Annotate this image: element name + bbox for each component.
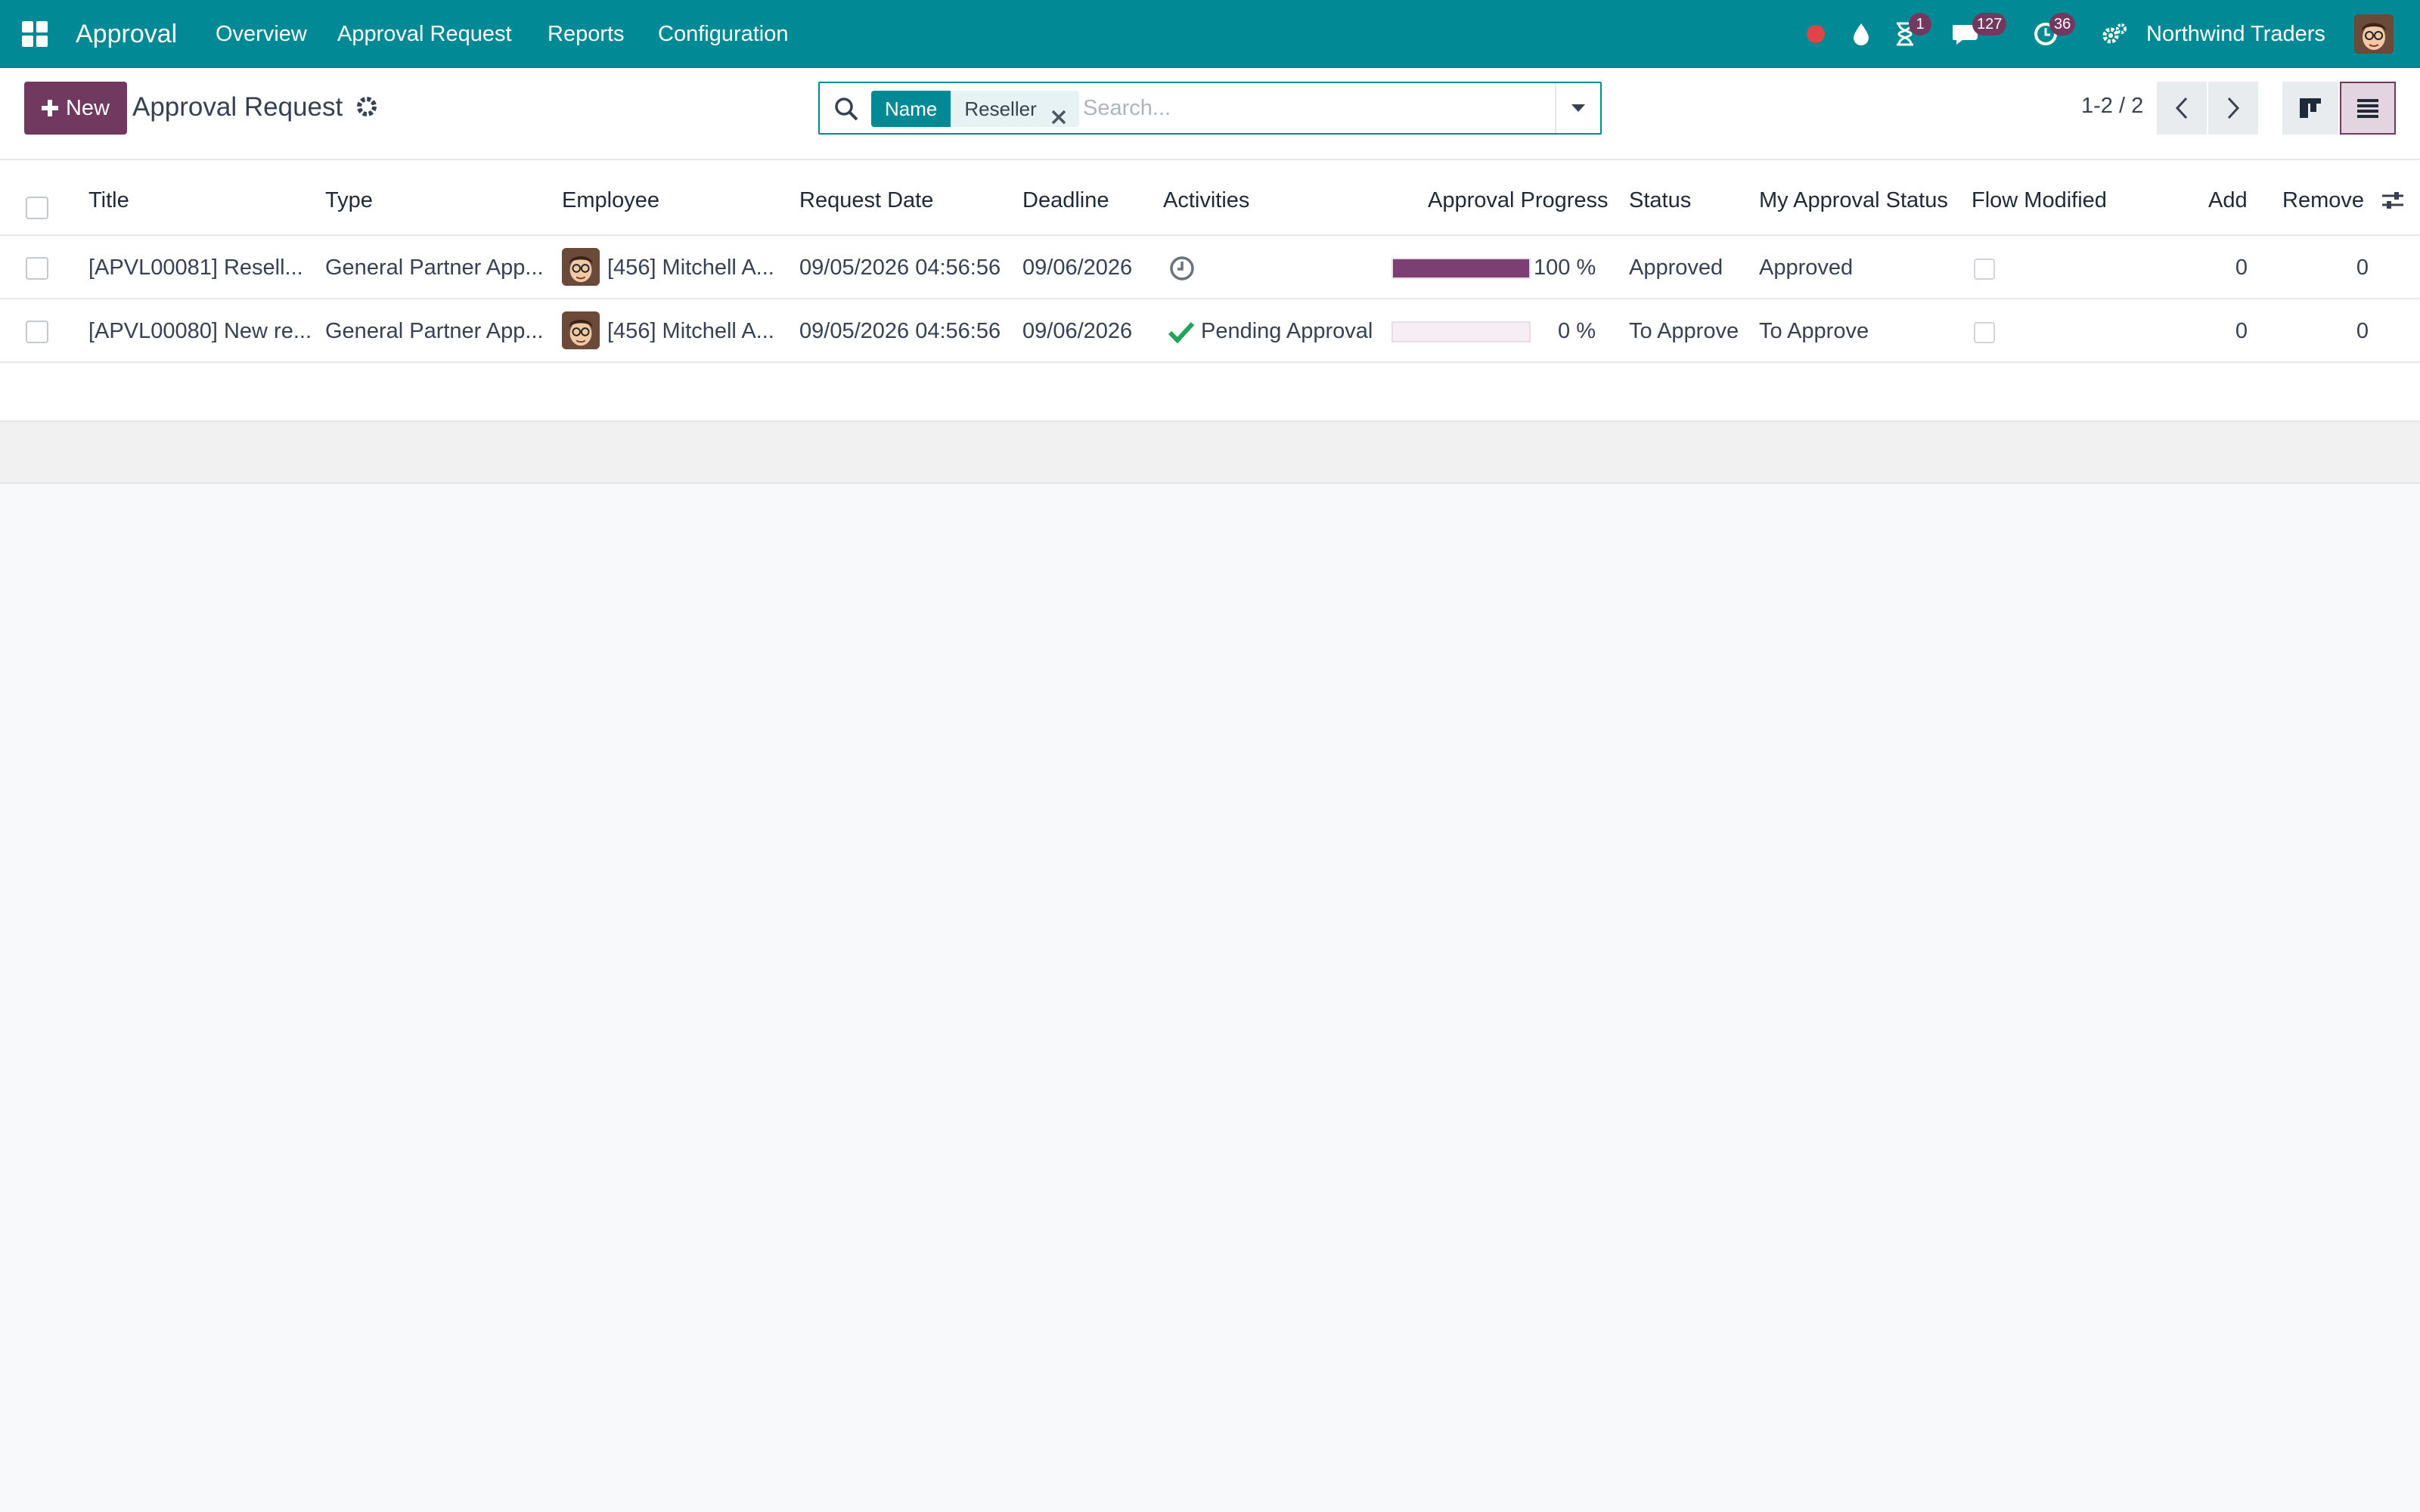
activity-timer-icon[interactable]: 1: [1892, 13, 1931, 49]
column-title[interactable]: Title: [88, 185, 129, 215]
column-deadline[interactable]: Deadline: [1022, 185, 1109, 215]
row-remove: 0: [2356, 319, 2369, 343]
flow-modified-checkbox: [1974, 259, 1995, 280]
row-type: General Partner App...: [325, 256, 544, 280]
column-add[interactable]: Add: [2208, 185, 2248, 215]
row-checkbox[interactable]: [26, 257, 48, 280]
pager-value[interactable]: 1-2 / 2: [2081, 91, 2143, 121]
company-switcher[interactable]: Northwind Traders: [2146, 19, 2325, 49]
menu-configuration[interactable]: Configuration: [658, 19, 789, 49]
search-facet: Name Reseller: [871, 91, 1079, 127]
flow-modified-checkbox: [1974, 322, 1995, 343]
control-panel: New Approval Request Name Reseller 1-2 /…: [0, 68, 2420, 160]
optional-columns-icon[interactable]: [2381, 189, 2405, 219]
column-remove[interactable]: Remove: [2282, 185, 2364, 215]
page-title: Approval Request: [132, 92, 343, 122]
drop-icon[interactable]: [1848, 19, 1874, 49]
approval-progress-bar: [1392, 258, 1531, 279]
row-title: [APVL00080] New re...: [88, 319, 312, 343]
messages-badge: 127: [1972, 13, 2007, 36]
menu-reports[interactable]: Reports: [548, 19, 625, 49]
chevron-right-icon: [2227, 97, 2240, 119]
table-row[interactable]: [APVL00081] Resell... General Partner Ap…: [0, 236, 2420, 299]
pager-next-button[interactable]: [2208, 82, 2258, 135]
row-add: 0: [2235, 319, 2248, 343]
kanban-icon: [2300, 98, 2321, 118]
gear-icon[interactable]: [355, 95, 380, 119]
clock-badge: 36: [2049, 13, 2076, 36]
row-deadline: 09/06/2026: [1022, 319, 1133, 343]
list-view-button[interactable]: [2340, 82, 2396, 135]
row-status: To Approve: [1629, 319, 1739, 343]
table-header: Title Type Employee Request Date Deadlin…: [0, 160, 2420, 236]
menu-approval-request[interactable]: Approval Request: [337, 19, 512, 49]
row-my-approval-status: Approved: [1759, 256, 1854, 280]
settings-gears-icon[interactable]: [2099, 19, 2130, 49]
row-title: [APVL00081] Resell...: [88, 256, 303, 280]
column-approval-progress[interactable]: Approval Progress: [1428, 185, 1609, 215]
row-checkbox[interactable]: [26, 321, 48, 343]
activity-timer-badge: 1: [1909, 13, 1931, 36]
table-row[interactable]: [APVL00080] New re... General Partner Ap…: [0, 299, 2420, 363]
approval-progress-value: 0 %: [1558, 319, 1596, 343]
row-remove: 0: [2356, 256, 2369, 280]
row-request-date: 09/05/2026 04:56:56: [799, 319, 1001, 343]
app-menu-icon[interactable]: [21, 20, 48, 48]
column-my-approval-status[interactable]: My Approval Status: [1759, 185, 1948, 215]
chevron-left-icon: [2175, 97, 2188, 119]
top-navbar: Approval Overview Approval Request Repor…: [0, 0, 2420, 68]
row-deadline: 09/06/2026: [1022, 256, 1133, 280]
search-bar: Name Reseller: [818, 82, 1602, 135]
facet-value: Reseller: [964, 98, 1037, 120]
search-input[interactable]: [1083, 89, 1537, 127]
approval-progress-value: 100 %: [1534, 256, 1596, 280]
new-button[interactable]: New: [24, 82, 127, 135]
column-employee[interactable]: Employee: [562, 185, 659, 215]
clock-icon[interactable]: 36: [2033, 13, 2076, 49]
approval-progress-fill: [1393, 259, 1529, 277]
facet-name: Name: [871, 91, 951, 127]
row-my-approval-status: To Approve: [1759, 319, 1869, 343]
employee-avatar: [562, 248, 600, 286]
messages-icon[interactable]: 127: [1951, 13, 2007, 49]
row-add: 0: [2235, 256, 2248, 280]
row-employee[interactable]: [456] Mitchell A...: [607, 314, 774, 348]
pager-previous-button[interactable]: [2157, 82, 2207, 135]
app-brand[interactable]: Approval: [76, 17, 177, 51]
approval-list-table: Title Type Employee Request Date Deadlin…: [0, 160, 2420, 363]
column-status[interactable]: Status: [1629, 185, 1691, 215]
user-avatar[interactable]: [2354, 14, 2394, 54]
column-flow-modified[interactable]: Flow Modified: [1972, 185, 2107, 215]
facet-remove-icon[interactable]: [1050, 101, 1067, 125]
approval-progress-bar: [1392, 321, 1531, 342]
select-all-checkbox[interactable]: [26, 197, 48, 219]
kanban-view-button[interactable]: [2282, 82, 2338, 135]
new-button-label: New: [65, 95, 110, 120]
record-indicator-icon[interactable]: [1803, 19, 1829, 49]
list-footer: [0, 422, 2420, 484]
plus-icon: [41, 100, 58, 116]
row-status: Approved: [1629, 256, 1723, 280]
check-icon[interactable]: [1168, 321, 1195, 354]
column-activities[interactable]: Activities: [1163, 185, 1249, 215]
column-request-date[interactable]: Request Date: [799, 185, 933, 215]
search-options-toggle[interactable]: [1555, 83, 1600, 133]
list-icon: [2357, 99, 2378, 118]
search-icon: [833, 96, 859, 122]
row-activity[interactable]: Pending Approval: [1201, 314, 1373, 348]
row-request-date: 09/05/2026 04:56:56: [799, 256, 1001, 280]
menu-overview[interactable]: Overview: [216, 19, 307, 49]
employee-avatar: [562, 311, 600, 349]
caret-down-icon: [1571, 104, 1585, 112]
row-type: General Partner App...: [325, 319, 544, 343]
column-type[interactable]: Type: [325, 185, 373, 215]
empty-list-row: [0, 363, 2420, 422]
row-employee[interactable]: [456] Mitchell A...: [607, 251, 774, 284]
clock-icon[interactable]: [1169, 256, 1195, 291]
